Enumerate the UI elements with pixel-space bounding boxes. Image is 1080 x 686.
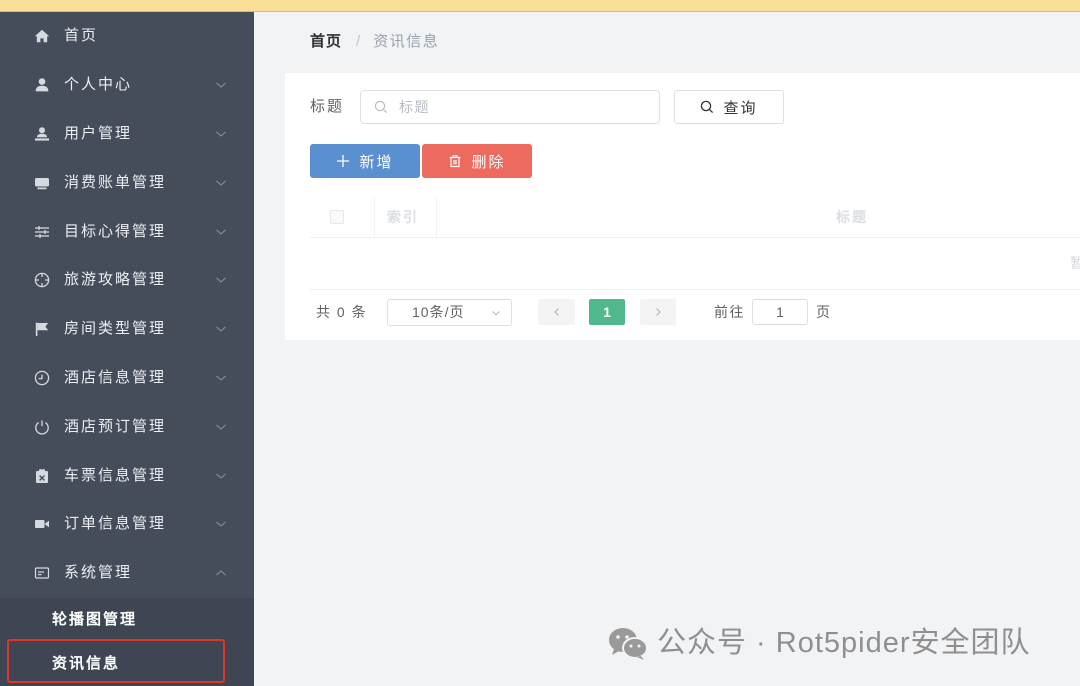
column-header-title[interactable]: 标题 xyxy=(836,207,868,227)
sidebar-item-label: 酒店信息管理 xyxy=(64,368,167,386)
sidebar-item-label: 个人中心 xyxy=(64,76,133,94)
content-card: 标题 查询 新增 删除 索引 标题 暂 共 0 条 10条/页 1 前往 页 xyxy=(285,73,1080,340)
goto-page-input[interactable] xyxy=(752,299,808,325)
chevron-down-icon xyxy=(216,521,226,528)
trash-icon xyxy=(449,155,461,168)
sidebar-item-label: 用户管理 xyxy=(64,124,133,142)
sidebar-item-goals[interactable]: 目标心得管理 xyxy=(0,207,254,256)
sidebar-item-label: 酒店预订管理 xyxy=(64,417,167,435)
sidebar-item-label: 房间类型管理 xyxy=(64,320,167,338)
breadcrumb: 首页 / 资讯信息 xyxy=(310,32,439,52)
sidebar-item-orders[interactable]: 订单信息管理 xyxy=(0,500,254,549)
submenu-item-carousel[interactable]: 轮播图管理 xyxy=(0,598,254,642)
sidebar-item-tickets[interactable]: 车票信息管理 xyxy=(0,451,254,500)
table-empty-text: 暂 xyxy=(1070,255,1080,271)
delete-button[interactable]: 删除 xyxy=(422,144,532,178)
chevron-down-icon xyxy=(216,473,226,479)
sidebar-item-user-management[interactable]: 用户管理 xyxy=(0,110,254,159)
user-admin-icon xyxy=(35,127,49,141)
sidebar-item-room-types[interactable]: 房间类型管理 xyxy=(0,305,254,354)
search-icon xyxy=(701,100,714,114)
page-size-value: 10条/页 xyxy=(412,304,465,320)
chevron-down-icon xyxy=(216,229,226,235)
clock-icon xyxy=(34,370,50,386)
sidebar: 首页 个人中心 用户管理 消费账单管理 目标心得管理 旅游攻略管理 房间类型管理… xyxy=(0,12,254,686)
chevron-down-icon xyxy=(216,375,226,381)
sidebar-item-home[interactable]: 首页 xyxy=(0,12,254,61)
next-page-button[interactable] xyxy=(640,299,676,325)
chevron-down-icon xyxy=(216,278,226,284)
goto-label: 前往 xyxy=(714,304,745,320)
sidebar-item-system[interactable]: 系统管理 xyxy=(0,549,254,598)
sidebar-item-label: 车票信息管理 xyxy=(64,466,167,484)
column-header-index[interactable]: 索引 xyxy=(387,207,419,227)
sidebar-item-label: 旅游攻略管理 xyxy=(64,271,167,289)
add-button[interactable]: 新增 xyxy=(310,144,420,178)
query-button[interactable]: 查询 xyxy=(674,90,784,124)
compass-icon xyxy=(34,273,50,288)
sidebar-item-label: 订单信息管理 xyxy=(64,515,167,533)
search-field xyxy=(360,90,660,124)
page-size-select[interactable]: 10条/页 xyxy=(387,299,512,326)
sidebar-item-label: 系统管理 xyxy=(64,564,133,582)
table-body: 暂 xyxy=(310,238,1080,290)
search-label: 标题 xyxy=(310,98,345,115)
watermark-text: 公众号 · Rot5pider安全团队 xyxy=(657,627,1031,659)
sidebar-item-travel-guides[interactable]: 旅游攻略管理 xyxy=(0,256,254,305)
prev-page-button[interactable] xyxy=(538,299,575,325)
chevron-right-icon xyxy=(656,308,661,316)
table-header: 索引 标题 xyxy=(310,198,1080,238)
sidebar-item-billing[interactable]: 消费账单管理 xyxy=(0,158,254,207)
add-button-label: 新增 xyxy=(359,153,394,171)
column-divider xyxy=(374,198,375,237)
goto-suffix: 页 xyxy=(816,304,832,320)
chevron-down-icon xyxy=(216,180,226,186)
sliders-icon xyxy=(35,225,49,238)
watermark: 公众号 · Rot5pider安全团队 xyxy=(607,624,1052,664)
video-camera-icon xyxy=(35,520,49,529)
ticket-icon xyxy=(36,468,48,483)
breadcrumb-home-link[interactable]: 首页 xyxy=(310,33,342,50)
search-input[interactable] xyxy=(360,90,660,124)
sidebar-item-hotel-booking[interactable]: 酒店预订管理 xyxy=(0,402,254,451)
query-button-label: 查询 xyxy=(723,99,758,117)
chevron-down-icon xyxy=(216,131,226,137)
plus-icon xyxy=(337,155,350,167)
sidebar-item-label: 首页 xyxy=(64,27,99,45)
chevron-left-icon xyxy=(553,308,559,316)
sidebar-item-hotel-info[interactable]: 酒店信息管理 xyxy=(0,354,254,403)
chevron-down-icon xyxy=(492,311,500,316)
bill-icon xyxy=(35,177,49,190)
pagination-total: 共 0 条 xyxy=(316,304,368,320)
power-icon xyxy=(35,420,49,435)
wechat-icon xyxy=(609,628,648,660)
column-divider xyxy=(436,198,437,237)
annotation-highlight-box xyxy=(7,639,225,683)
top-notification-bar xyxy=(0,0,1080,12)
sidebar-item-personal-center[interactable]: 个人中心 xyxy=(0,61,254,110)
search-icon xyxy=(374,100,388,114)
chevron-down-icon xyxy=(216,82,226,88)
breadcrumb-separator: / xyxy=(356,33,361,50)
breadcrumb-current: 资讯信息 xyxy=(373,33,440,50)
chevron-up-icon xyxy=(216,570,226,576)
delete-button-label: 删除 xyxy=(471,153,506,171)
home-icon xyxy=(34,30,50,43)
sidebar-item-label: 目标心得管理 xyxy=(64,222,167,240)
page-number-button[interactable]: 1 xyxy=(589,299,625,325)
flag-icon xyxy=(35,322,49,337)
chevron-down-icon xyxy=(216,326,226,332)
sidebar-item-label: 消费账单管理 xyxy=(64,173,167,191)
message-box-icon xyxy=(34,567,50,579)
submenu-item-label: 轮播图管理 xyxy=(52,610,138,628)
person-icon xyxy=(35,78,49,92)
chevron-down-icon xyxy=(216,424,226,430)
select-all-checkbox[interactable] xyxy=(330,210,344,224)
